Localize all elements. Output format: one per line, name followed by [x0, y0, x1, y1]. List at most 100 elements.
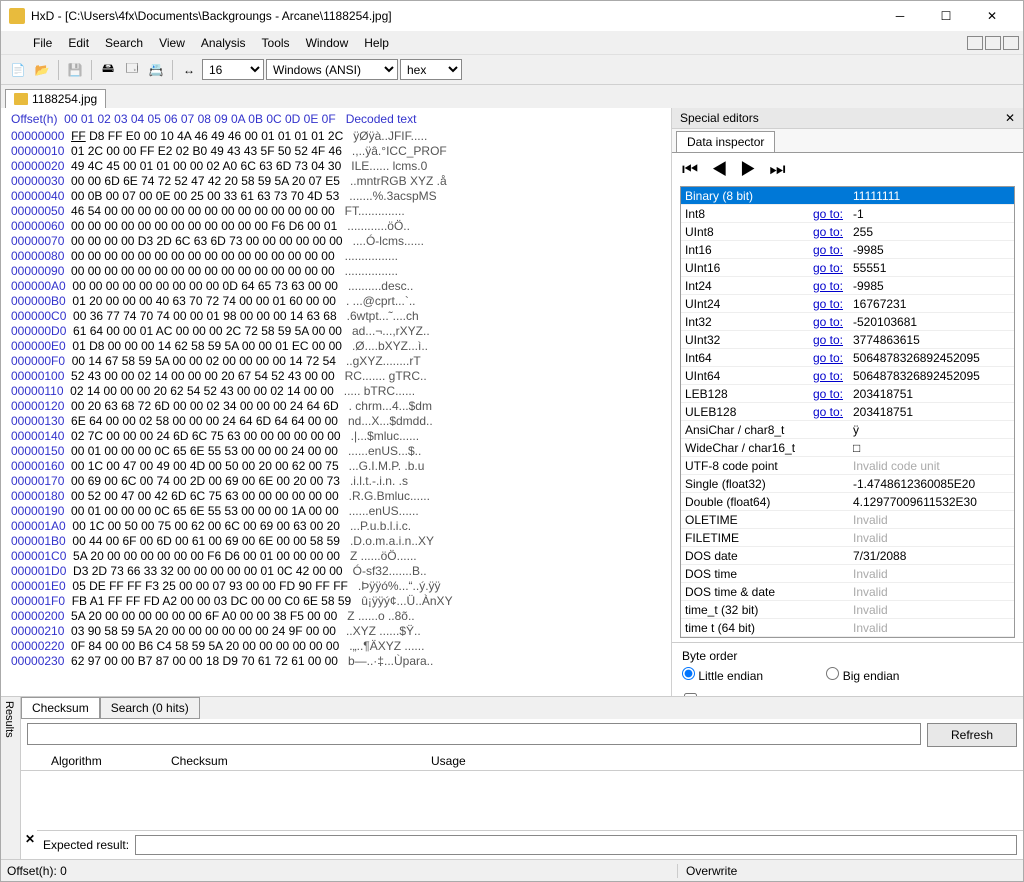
hex-row[interactable]: 00000230 62 97 00 00 B7 87 00 00 18 D9 7…: [11, 654, 661, 669]
menu-analysis[interactable]: Analysis: [193, 34, 254, 52]
di-row[interactable]: UInt8go to:255: [681, 223, 1014, 241]
hex-row[interactable]: 00000180 00 52 00 47 00 42 6D 6C 75 63 0…: [11, 489, 661, 504]
hex-row[interactable]: 00000070 00 00 00 00 D3 2D 6C 63 6D 73 0…: [11, 234, 661, 249]
di-row[interactable]: WideChar / char16_t□: [681, 439, 1014, 457]
di-row[interactable]: OLETIMEInvalid: [681, 511, 1014, 529]
di-row[interactable]: time t (64 bit)Invalid: [681, 619, 1014, 637]
hex-row[interactable]: 00000080 00 00 00 00 00 00 00 00 00 00 0…: [11, 249, 661, 264]
di-row[interactable]: UTF-8 code pointInvalid code unit: [681, 457, 1014, 475]
ram-button[interactable]: 🗔: [121, 59, 143, 81]
di-row[interactable]: LEB128go to:203418751: [681, 385, 1014, 403]
hex-editor[interactable]: Offset(h) 00 01 02 03 04 05 06 07 08 09 …: [1, 108, 671, 696]
hex-row[interactable]: 00000060 00 00 00 00 00 00 00 00 00 00 0…: [11, 219, 661, 234]
base-select[interactable]: hex: [400, 59, 462, 80]
hex-row[interactable]: 00000110 02 14 00 00 00 20 62 54 52 43 0…: [11, 384, 661, 399]
menu-window[interactable]: Window: [298, 34, 357, 52]
hex-row[interactable]: 000001D0 D3 2D 73 66 33 32 00 00 00 00 0…: [11, 564, 661, 579]
hex-row[interactable]: 000000C0 00 36 77 74 70 74 00 00 01 98 0…: [11, 309, 661, 324]
little-endian-radio[interactable]: Little endian: [682, 669, 763, 683]
di-row[interactable]: Double (float64)4.12977009611532E30: [681, 493, 1014, 511]
hex-row[interactable]: 000000B0 01 20 00 00 00 40 63 70 72 74 0…: [11, 294, 661, 309]
nav-buttons[interactable]: ⏮ ◀ ▶ ⏭: [672, 153, 1023, 186]
hex-row[interactable]: 00000190 00 01 00 00 00 0C 65 6E 55 53 0…: [11, 504, 661, 519]
hex-row[interactable]: 00000050 46 54 00 00 00 00 00 00 00 00 0…: [11, 204, 661, 219]
menu-tools[interactable]: Tools: [254, 34, 298, 52]
checksum-list[interactable]: [21, 771, 1023, 830]
di-row[interactable]: DOS time & dateInvalid: [681, 583, 1014, 601]
di-row[interactable]: AnsiChar / char8_tÿ: [681, 421, 1014, 439]
hex-row[interactable]: 000001B0 00 44 00 6F 00 6D 00 61 00 69 0…: [11, 534, 661, 549]
maximize-button[interactable]: ☐: [923, 2, 969, 30]
di-row[interactable]: UInt16go to:55551: [681, 259, 1014, 277]
file-tab[interactable]: 1188254.jpg: [5, 89, 106, 108]
status-bar: Offset(h): 0 Overwrite: [1, 859, 1023, 881]
hex-row[interactable]: 000000D0 61 64 00 00 01 AC 00 00 00 2C 7…: [11, 324, 661, 339]
di-row[interactable]: FILETIMEInvalid: [681, 529, 1014, 547]
hex-row[interactable]: 00000210 03 90 58 59 5A 20 00 00 00 00 0…: [11, 624, 661, 639]
bytes-per-row-select[interactable]: 16: [202, 59, 264, 80]
di-row[interactable]: UInt24go to:16767231: [681, 295, 1014, 313]
di-row[interactable]: Int24go to:-9985: [681, 277, 1014, 295]
menu-help[interactable]: Help: [356, 34, 397, 52]
bottom-close-button[interactable]: ✕: [21, 830, 37, 859]
hex-row[interactable]: 000000E0 01 D8 00 00 00 14 62 58 59 5A 0…: [11, 339, 661, 354]
di-row[interactable]: DOS date7/31/2088: [681, 547, 1014, 565]
hex-row[interactable]: 00000010 01 2C 00 00 FF E2 02 B0 49 43 4…: [11, 144, 661, 159]
hex-row[interactable]: 00000220 0F 84 00 00 B6 C4 58 59 5A 20 0…: [11, 639, 661, 654]
data-inspector-table[interactable]: Binary (8 bit)11111111Int8go to:-1UInt8g…: [680, 186, 1015, 638]
hex-row[interactable]: 00000030 00 00 6D 6E 74 72 52 47 42 20 5…: [11, 174, 661, 189]
refresh-button[interactable]: Refresh: [927, 723, 1017, 747]
disk-button[interactable]: 🖴: [97, 59, 119, 81]
insert-button[interactable]: ↔: [178, 59, 200, 81]
hex-row[interactable]: 00000000 FF D8 FF E0 00 10 4A 46 49 46 0…: [11, 129, 661, 144]
di-row[interactable]: DOS timeInvalid: [681, 565, 1014, 583]
di-row[interactable]: time_t (32 bit)Invalid: [681, 601, 1014, 619]
hex-row[interactable]: 00000140 02 7C 00 00 00 24 6D 6C 75 63 0…: [11, 429, 661, 444]
encoding-select[interactable]: Windows (ANSI): [266, 59, 398, 80]
search-tab[interactable]: Search (0 hits): [100, 697, 200, 719]
di-row[interactable]: Binary (8 bit)11111111: [681, 187, 1014, 205]
checksum-combo[interactable]: [27, 723, 921, 745]
di-row[interactable]: UInt32go to:3774863615: [681, 331, 1014, 349]
di-row[interactable]: UInt64go to:5064878326892452095: [681, 367, 1014, 385]
device-button[interactable]: 📇: [145, 59, 167, 81]
di-row[interactable]: Int32go to:-520103681: [681, 313, 1014, 331]
menu-view[interactable]: View: [151, 34, 193, 52]
hex-row[interactable]: 000000F0 00 14 67 58 59 5A 00 00 02 00 0…: [11, 354, 661, 369]
di-row[interactable]: Int8go to:-1: [681, 205, 1014, 223]
open-button[interactable]: 📂: [31, 59, 53, 81]
hex-row[interactable]: 000000A0 00 00 00 00 00 00 00 00 00 0D 6…: [11, 279, 661, 294]
hex-row[interactable]: 000001A0 00 1C 00 50 00 75 00 62 00 6C 0…: [11, 519, 661, 534]
minimize-button[interactable]: ─: [877, 2, 923, 30]
hex-row[interactable]: 00000200 5A 20 00 00 00 00 00 00 6F A0 0…: [11, 609, 661, 624]
hex-row[interactable]: 000001E0 05 DE FF FF F3 25 00 00 07 93 0…: [11, 579, 661, 594]
new-button[interactable]: 📄: [7, 59, 29, 81]
hex-row[interactable]: 00000170 00 69 00 6C 00 74 00 2D 00 69 0…: [11, 474, 661, 489]
hex-row[interactable]: 000001F0 FB A1 FF FF FD A2 00 00 03 DC 0…: [11, 594, 661, 609]
hex-row[interactable]: 00000100 52 43 00 00 02 14 00 00 00 20 6…: [11, 369, 661, 384]
big-endian-radio[interactable]: Big endian: [826, 669, 899, 683]
menu-search[interactable]: Search: [97, 34, 151, 52]
di-row[interactable]: Single (float32)-1.4748612360085E20: [681, 475, 1014, 493]
close-button[interactable]: ✕: [969, 2, 1015, 30]
hex-row[interactable]: 00000120 00 20 63 68 72 6D 00 00 02 34 0…: [11, 399, 661, 414]
results-side-tab[interactable]: Results: [1, 697, 21, 859]
checksum-tab[interactable]: Checksum: [21, 697, 100, 719]
save-button[interactable]: 💾: [64, 59, 86, 81]
hex-row[interactable]: 00000040 00 0B 00 07 00 0E 00 25 00 33 6…: [11, 189, 661, 204]
di-row[interactable]: Int16go to:-9985: [681, 241, 1014, 259]
di-row[interactable]: Int64go to:5064878326892452095: [681, 349, 1014, 367]
expected-input[interactable]: [135, 835, 1017, 855]
hex-row[interactable]: 00000130 6E 64 00 00 02 58 00 00 00 24 6…: [11, 414, 661, 429]
data-inspector-tab[interactable]: Data inspector: [676, 131, 775, 152]
hex-row[interactable]: 00000160 00 1C 00 47 00 49 00 4D 00 50 0…: [11, 459, 661, 474]
hex-row[interactable]: 00000090 00 00 00 00 00 00 00 00 00 00 0…: [11, 264, 661, 279]
menu-file[interactable]: File: [25, 34, 60, 52]
di-row[interactable]: ULEB128go to:203418751: [681, 403, 1014, 421]
hex-row[interactable]: 000001C0 5A 20 00 00 00 00 00 00 F6 D6 0…: [11, 549, 661, 564]
mdi-controls[interactable]: [965, 36, 1019, 50]
menu-edit[interactable]: Edit: [60, 34, 97, 52]
panel-close-button[interactable]: ✕: [1005, 111, 1015, 125]
hex-row[interactable]: 00000150 00 01 00 00 00 0C 65 6E 55 53 0…: [11, 444, 661, 459]
hex-row[interactable]: 00000020 49 4C 45 00 01 01 00 00 02 A0 6…: [11, 159, 661, 174]
